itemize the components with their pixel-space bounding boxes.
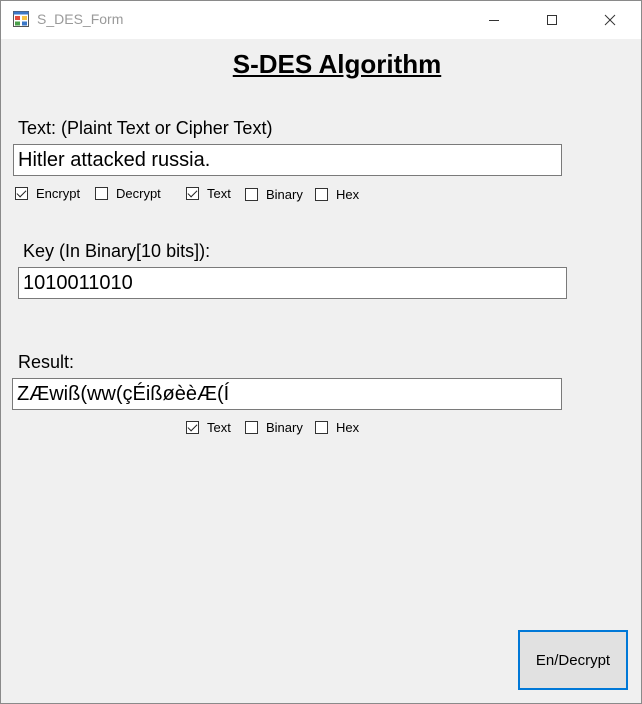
sdes-window: S_DES_Form S-DES Algorithm Text: (Plaint…: [0, 0, 642, 704]
result-binary-label: Binary: [266, 420, 303, 435]
result-output[interactable]: ZÆwiß(ww(çÉißøèèÆ(Í: [12, 378, 562, 410]
encrypt-checkbox[interactable]: Encrypt: [15, 186, 80, 201]
binary-format-check-box: [245, 188, 258, 201]
key-label: Key (In Binary[10 bits]):: [23, 241, 211, 261]
encrypt-check-box: [15, 187, 28, 200]
hex-format-check-box: [315, 188, 328, 201]
minimize-button[interactable]: [471, 1, 517, 39]
decrypt-check-box: [95, 187, 108, 200]
form-heading: S-DES Algorithm: [232, 49, 442, 79]
close-icon: [604, 14, 616, 26]
text-format-label: Text: [207, 186, 231, 201]
decrypt-label: Decrypt: [116, 186, 161, 201]
text-label: Text: (Plaint Text or Cipher Text): [18, 118, 273, 138]
hex-format-checkbox[interactable]: Hex: [315, 187, 359, 202]
result-binary-check-box: [245, 421, 258, 434]
text-format-check-box: [186, 187, 199, 200]
title-bar: S_DES_Form: [1, 1, 641, 39]
binary-format-checkbox[interactable]: Binary: [245, 187, 303, 202]
minimize-icon: [489, 20, 499, 21]
result-text-label: Text: [207, 420, 231, 435]
maximize-icon: [547, 15, 557, 25]
en-decrypt-button[interactable]: En/Decrypt: [518, 630, 628, 690]
result-binary-checkbox[interactable]: Binary: [245, 420, 303, 435]
encrypt-label: Encrypt: [36, 186, 81, 201]
window-title: S_DES_Form: [37, 11, 124, 27]
decrypt-checkbox[interactable]: Decrypt: [95, 186, 161, 201]
result-hex-checkbox[interactable]: Hex: [315, 420, 359, 435]
close-button[interactable]: [587, 1, 633, 39]
key-input[interactable]: 1010011010: [18, 267, 567, 299]
result-text-check-box: [186, 421, 199, 434]
binary-format-label: Binary: [266, 187, 303, 202]
result-label: Result:: [18, 352, 75, 372]
text-format-checkbox[interactable]: Text: [186, 186, 231, 201]
result-text-checkbox[interactable]: Text: [186, 420, 231, 435]
app-icon: [13, 11, 29, 27]
text-input[interactable]: Hitler attacked russia.: [13, 144, 562, 176]
hex-format-label: Hex: [336, 187, 360, 202]
result-hex-label: Hex: [336, 420, 360, 435]
maximize-button[interactable]: [529, 1, 575, 39]
result-hex-check-box: [315, 421, 328, 434]
